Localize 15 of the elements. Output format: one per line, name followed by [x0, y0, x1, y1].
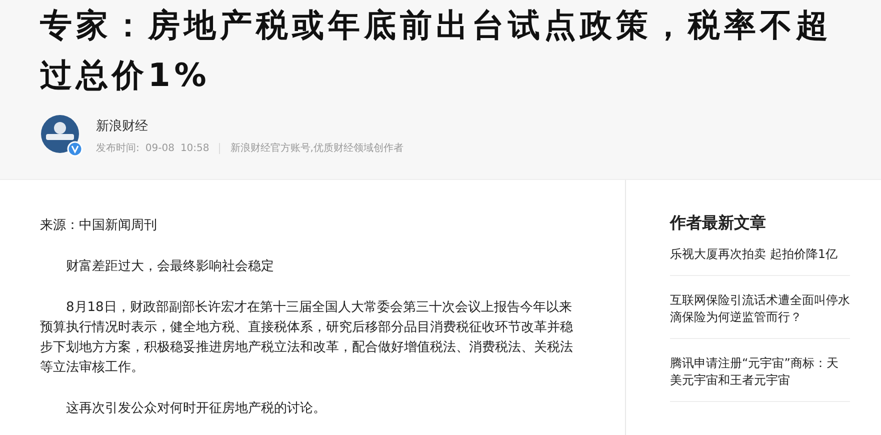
article-paragraph: 这再次引发公众对何时开征房地产税的讨论。: [65, 400, 327, 418]
author-description: 新浪财经官方账号,优质财经领域创作者: [230, 142, 404, 155]
publish-time: 10:58: [180, 142, 210, 154]
published-label: 发布时间:: [96, 142, 140, 155]
article-headline: 专家：房地产税或年底前出台试点政策，税率不超过总价1%: [40, 5, 833, 96]
article-source: 来源：中国新闻周刊: [40, 217, 158, 235]
article-link[interactable]: 互联网保险引流话术遭全面叫停水滴保险为何逆监管而行？: [670, 292, 850, 339]
article-paragraph: 8月18日，财政部副部长许宏才在第十三届全国人大常委会第三十次会议上报告今年以来预算执行情况时表示，健全地方税、直接税体系，研究后移部分品目消费税征收环节改革并稳步下划地方方案，积极稳妥推进房地产税立法和改革，配合做好增值税法、消费税法、关税法等立法审核工作。: [40, 299, 574, 377]
sidebar-title: 作者最新文章: [670, 213, 767, 234]
logo-avatar-icon[interactable]: [40, 114, 84, 158]
article-link[interactable]: 乐视大厦再次拍卖 起拍价降1亿: [670, 246, 850, 276]
article-link[interactable]: 腾讯申请注册“元宇宙”商标：天美元宇宙和王者元宇宙: [670, 355, 850, 402]
author-name[interactable]: 新浪财经: [96, 117, 404, 135]
publish-date: 09-08: [145, 142, 174, 154]
article-paragraph: 财富差距过大，会最终影响社会稳定: [65, 258, 275, 276]
